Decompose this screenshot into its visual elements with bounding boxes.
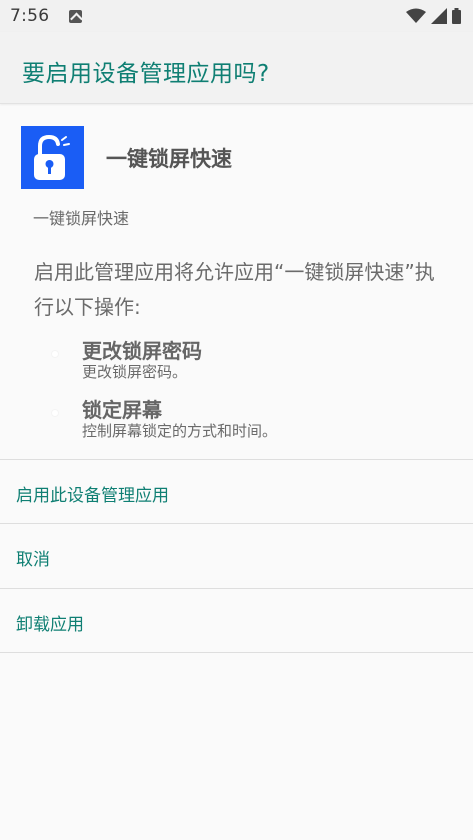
- admin-description: 启用此管理应用将允许应用“一键锁屏快速”执行以下操作:: [34, 260, 435, 319]
- app-name: 一键锁屏快速: [106, 146, 232, 171]
- permission-item: 锁定屏幕 控制屏幕锁定的方式和时间。: [52, 398, 277, 440]
- permission-desc: 更改锁屏密码。: [82, 363, 188, 381]
- status-icons: [406, 8, 461, 24]
- bullet-icon: [52, 351, 58, 357]
- permission-item: 更改锁屏密码 更改锁屏密码。: [52, 339, 202, 381]
- wifi-icon: [406, 8, 426, 23]
- divider: [0, 523, 473, 524]
- app-icon: [21, 126, 84, 189]
- signal-icon: [431, 8, 447, 24]
- app-info-row: 一键锁屏快速: [21, 126, 232, 189]
- unlock-icon: [34, 134, 70, 180]
- dialog-title: 要启用设备管理应用吗?: [22, 61, 270, 87]
- divider: [0, 588, 473, 589]
- dialog-header: 要启用设备管理应用吗?: [0, 32, 473, 104]
- status-time: 7:56: [10, 6, 50, 26]
- uninstall-app-button[interactable]: 卸载应用: [16, 610, 84, 635]
- notification-a-icon: [69, 9, 83, 23]
- bullet-icon: [52, 410, 58, 416]
- activate-admin-button[interactable]: 启用此设备管理应用: [16, 481, 169, 506]
- permission-title: 更改锁屏密码: [82, 339, 202, 363]
- cancel-button[interactable]: 取消: [16, 545, 50, 570]
- divider: [0, 652, 473, 653]
- battery-icon: [452, 8, 461, 24]
- status-bar: 7:56: [0, 0, 473, 32]
- app-subname: 一键锁屏快速: [33, 209, 130, 228]
- divider: [0, 459, 473, 460]
- permission-title: 锁定屏幕: [82, 398, 162, 422]
- permission-desc: 控制屏幕锁定的方式和时间。: [82, 422, 278, 440]
